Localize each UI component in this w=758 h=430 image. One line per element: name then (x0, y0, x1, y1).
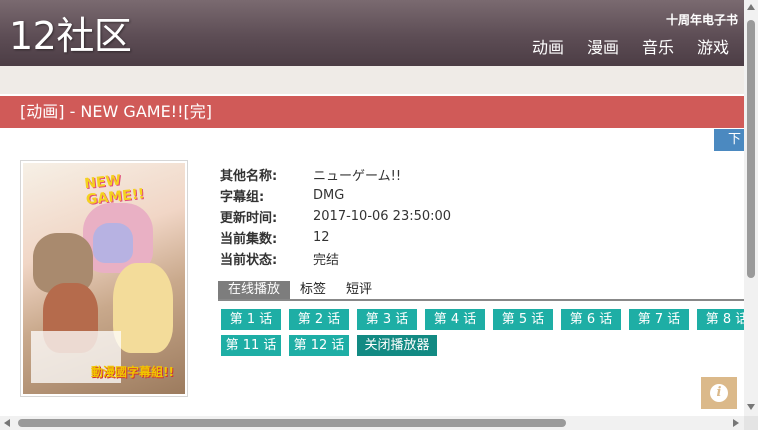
episode-row: 第 11 话 第 12 话 关闭播放器 (221, 335, 758, 356)
horizontal-scroll-thumb[interactable] (18, 419, 566, 427)
vertical-scrollbar[interactable] (744, 0, 758, 416)
info-icon: i (710, 384, 728, 402)
info-value: 12 (313, 230, 330, 245)
nav-item-manga[interactable]: 漫画 (587, 38, 619, 58)
nav-item-music[interactable]: 音乐 (642, 38, 674, 58)
info-value: DMG (313, 188, 345, 203)
scroll-up-arrow-icon[interactable] (747, 4, 755, 10)
poster-figure (93, 223, 133, 263)
site-logo[interactable]: 12社区 (9, 14, 132, 58)
info-value: ニューゲーム!! (313, 169, 402, 184)
info-row: 当前状态: 完结 (220, 248, 451, 269)
episode-button-2[interactable]: 第 2 话 (289, 309, 349, 330)
nav-item-games[interactable]: 游戏 (697, 38, 729, 58)
info-row: 更新时间: 2017-10-06 23:50:00 (220, 206, 451, 227)
page-title-bar: [动画] - NEW GAME!![完] (0, 96, 744, 128)
main-nav: 动画 漫画 音乐 游戏 (532, 38, 729, 58)
nav-item-anime[interactable]: 动画 (532, 38, 564, 58)
download-tab[interactable]: 下 (714, 129, 744, 151)
tab-tags[interactable]: 标签 (290, 281, 336, 299)
vertical-scroll-thumb[interactable] (747, 20, 755, 278)
info-label: 字幕组: (220, 190, 265, 205)
close-player-button[interactable]: 关闭播放器 (357, 335, 437, 356)
episode-button-12[interactable]: 第 12 话 (289, 335, 349, 356)
episode-button-6[interactable]: 第 6 话 (561, 309, 621, 330)
episode-button-5[interactable]: 第 5 话 (493, 309, 553, 330)
scroll-right-arrow-icon[interactable] (733, 419, 739, 427)
info-label: 当前状态: (220, 253, 278, 268)
tab-online-play[interactable]: 在线播放 (218, 281, 291, 299)
info-value: 2017-10-06 23:50:00 (313, 209, 452, 224)
episode-button-11[interactable]: 第 11 话 (221, 335, 281, 356)
scrollbar-corner (744, 416, 758, 430)
poster-image: NEW GAME!! 動漫國字幕組!! (23, 163, 185, 394)
poster: NEW GAME!! 動漫國字幕組!! (20, 160, 188, 397)
page-title: [动画] - NEW GAME!![完] (20, 102, 212, 121)
episode-button-4[interactable]: 第 4 话 (425, 309, 485, 330)
info-panel: 其他名称: ニューゲーム!! 字幕组: DMG 更新时间: 2017-10-06… (220, 164, 451, 269)
info-value: 完结 (313, 253, 340, 268)
info-button[interactable]: i (701, 377, 737, 409)
poster-sub-logo: 動漫國字幕組!! (91, 365, 174, 379)
info-row: 其他名称: ニューゲーム!! (220, 164, 451, 185)
info-label: 更新时间: (220, 211, 278, 226)
episode-button-1[interactable]: 第 1 话 (221, 309, 281, 330)
episode-list: 第 1 话 第 2 话 第 3 话 第 4 话 第 5 话 第 6 话 第 7 … (221, 309, 758, 361)
poster-logo: NEW GAME!! (83, 172, 146, 209)
sub-bar (0, 66, 744, 94)
info-label: 其他名称: (220, 169, 278, 184)
ebook-link[interactable]: 十周年电子书 (666, 12, 738, 28)
page: 12社区 十周年电子书 动画 漫画 音乐 游戏 [动画] - NEW GAME!… (0, 0, 758, 430)
content-tabs: 在线播放 标签 短评 (218, 281, 744, 301)
info-row: 当前集数: 12 (220, 227, 451, 248)
episode-button-3[interactable]: 第 3 话 (357, 309, 417, 330)
site-header: 12社区 十周年电子书 动画 漫画 音乐 游戏 (0, 0, 744, 66)
horizontal-scrollbar[interactable] (0, 416, 744, 430)
scroll-down-arrow-icon[interactable] (747, 404, 755, 410)
info-row: 字幕组: DMG (220, 185, 451, 206)
poster-figure (113, 263, 173, 353)
tab-reviews[interactable]: 短评 (336, 281, 382, 299)
episode-row: 第 1 话 第 2 话 第 3 话 第 4 话 第 5 话 第 6 话 第 7 … (221, 309, 758, 330)
episode-button-7[interactable]: 第 7 话 (629, 309, 689, 330)
scroll-left-arrow-icon[interactable] (4, 419, 10, 427)
info-label: 当前集数: (220, 232, 278, 247)
